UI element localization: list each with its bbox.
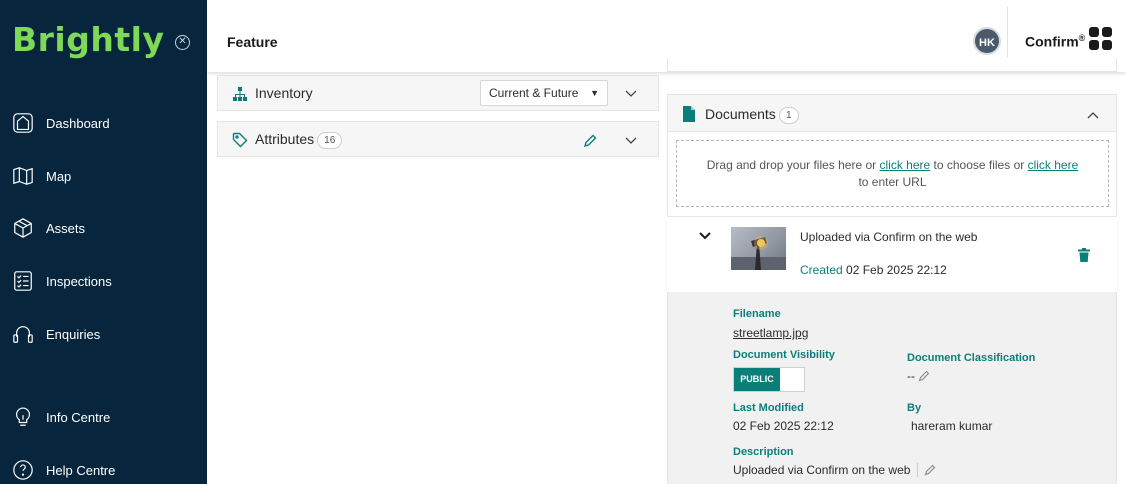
- visibility-toggle[interactable]: PUBLIC: [733, 367, 805, 392]
- page-title: Feature: [227, 34, 278, 50]
- registered-mark: ®: [1078, 33, 1086, 43]
- sidebar-item-label: Help Centre: [46, 462, 116, 478]
- sidebar-item-enquiries[interactable]: Enquiries: [12, 321, 100, 347]
- dropzone-text: to choose files or: [930, 158, 1028, 172]
- visibility-label: Document Visibility: [733, 349, 835, 361]
- sidebar-item-label: Dashboard: [46, 115, 110, 131]
- cube-icon: [14, 218, 32, 238]
- dropzone-text: Drag and drop your files here or: [706, 158, 880, 172]
- description-field: Uploaded via Confirm on the web: [733, 463, 936, 477]
- document-thumbnail[interactable]: [731, 227, 786, 270]
- tag-icon: [232, 132, 248, 148]
- chevron-down-icon[interactable]: [624, 133, 638, 147]
- sidebar-item-info-centre[interactable]: Info Centre: [12, 404, 110, 430]
- attributes-panel[interactable]: Attributes 16: [217, 121, 659, 157]
- visibility-value: PUBLIC: [734, 368, 780, 391]
- pencil-icon[interactable]: [918, 370, 930, 382]
- app-root: Brightly ✕ Dashboard Map Assets Inspecti…: [0, 0, 1126, 484]
- document-icon: [683, 106, 695, 122]
- file-dropzone[interactable]: Drag and drop your files here or click h…: [676, 140, 1109, 207]
- document-description: Uploaded via Confirm on the web: [800, 230, 978, 244]
- question-icon: [13, 460, 33, 480]
- sidebar-item-dashboard[interactable]: Dashboard: [12, 110, 110, 136]
- bulb-icon: [15, 407, 31, 426]
- created-label: Created: [800, 263, 843, 277]
- classification-label: Document Classification: [907, 352, 1036, 364]
- enter-url-link[interactable]: click here: [1028, 158, 1079, 172]
- chevron-down-icon[interactable]: [624, 86, 638, 100]
- headset-icon: [13, 326, 33, 343]
- sidebar-item-help-centre[interactable]: Help Centre: [12, 457, 115, 483]
- sidebar-item-inspections[interactable]: Inspections: [12, 268, 112, 294]
- documents-title-text: Documents: [705, 106, 776, 122]
- sidebar-item-label: Inspections: [46, 273, 112, 289]
- product-name: Confirm®: [1025, 33, 1085, 50]
- brightly-logo[interactable]: Brightly: [12, 20, 164, 59]
- classification-value: --: [907, 369, 915, 383]
- circle-x-icon[interactable]: ✕: [175, 35, 190, 50]
- sidebar-item-label: Map: [46, 168, 72, 184]
- avatar[interactable]: HK: [973, 27, 1001, 55]
- attributes-label: Attributes 16: [255, 131, 343, 149]
- checklist-icon: [14, 271, 32, 291]
- trash-icon[interactable]: [1078, 248, 1090, 262]
- sidebar-item-label: Assets: [46, 220, 86, 236]
- documents-title: Documents 1: [705, 106, 799, 124]
- last-modified-label: Last Modified: [733, 402, 804, 414]
- attributes-label-text: Attributes: [255, 131, 315, 147]
- inventory-label: Inventory: [255, 85, 313, 101]
- inventory-select[interactable]: Current & Future ▼: [480, 80, 608, 106]
- attributes-count-badge: 16: [317, 132, 343, 149]
- created-value: 02 Feb 2025 22:12: [846, 263, 947, 277]
- documents-panel-header[interactable]: Documents 1: [667, 94, 1117, 132]
- pencil-icon[interactable]: [924, 464, 936, 476]
- filename-link[interactable]: streetlamp.jpg: [733, 326, 808, 340]
- streetlamp-image: [731, 236, 786, 270]
- choose-files-link[interactable]: click here: [880, 158, 931, 172]
- chevron-down-icon: ▼: [590, 88, 599, 98]
- app-grid-icon[interactable]: [1089, 27, 1113, 51]
- pencil-icon[interactable]: [583, 134, 597, 148]
- hierarchy-icon: [233, 87, 247, 101]
- documents-count-badge: 1: [778, 107, 799, 124]
- sidebar-item-label: Enquiries: [46, 326, 101, 342]
- description-label: Description: [733, 446, 794, 458]
- product-label: Confirm: [1025, 33, 1079, 50]
- sidebar-item-map[interactable]: Map: [12, 163, 71, 189]
- inventory-select-value: Current & Future: [489, 86, 579, 100]
- sidebar-item-assets[interactable]: Assets: [12, 215, 85, 241]
- chevron-up-icon[interactable]: [1086, 108, 1100, 122]
- home-icon: [13, 113, 33, 133]
- description-value: Uploaded via Confirm on the web: [733, 463, 911, 477]
- map-icon: [13, 167, 33, 185]
- sidebar: Brightly ✕ Dashboard Map Assets Inspecti…: [0, 0, 207, 484]
- classification-field: --: [907, 369, 930, 383]
- sidebar-item-label: Info Centre: [46, 409, 111, 425]
- document-created: Created 02 Feb 2025 22:12: [800, 263, 947, 277]
- last-modified-value: 02 Feb 2025 22:12: [733, 419, 834, 433]
- by-label: By: [907, 402, 922, 414]
- previous-panel-edge: [667, 58, 1117, 72]
- inventory-panel[interactable]: Inventory Current & Future ▼: [217, 75, 659, 111]
- chevron-down-icon[interactable]: [698, 230, 712, 242]
- filename-label: Filename: [733, 308, 781, 320]
- by-value: hareram kumar: [911, 419, 993, 433]
- dropzone-text: to enter URL: [858, 175, 927, 189]
